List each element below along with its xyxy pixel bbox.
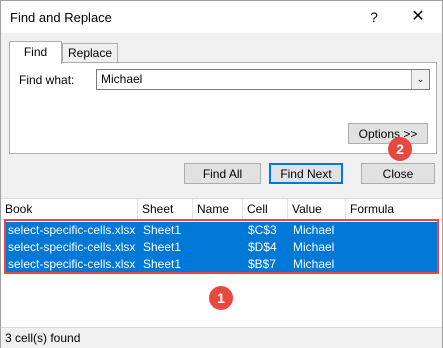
find-what-label: Find what:: [19, 73, 75, 87]
find-replace-dialog: Find and Replace ? ✕ Find Replace Find w…: [0, 0, 443, 348]
cell-book: select-specific-cells.xlsx: [8, 240, 136, 254]
cell-value: Michael: [293, 240, 335, 254]
column-header-cell[interactable]: Cell: [243, 199, 288, 219]
options-button[interactable]: Options >>: [348, 123, 428, 144]
status-text: 3 cell(s) found: [5, 331, 81, 345]
cell-book: select-specific-cells.xlsx: [8, 257, 136, 271]
status-bar: 3 cell(s) found: [1, 327, 442, 348]
table-row[interactable]: select-specific-cells.xlsx Sheet1 $B$7 M…: [6, 256, 437, 273]
annotation-badge-1: 1: [209, 286, 233, 310]
close-button[interactable]: Close: [361, 163, 435, 184]
cell-value: Michael: [293, 257, 335, 271]
find-panel: Find what: Michael ⌄ Options >>: [9, 62, 437, 154]
cell-sheet: Sheet1: [143, 223, 182, 237]
tab-find[interactable]: Find: [9, 41, 62, 64]
cell-value: Michael: [293, 223, 335, 237]
find-all-button[interactable]: Find All: [184, 163, 261, 184]
cell-address: $C$3: [248, 223, 277, 237]
column-header-sheet[interactable]: Sheet: [138, 199, 193, 219]
tab-replace[interactable]: Replace: [62, 43, 118, 64]
title-bar: Find and Replace ? ✕: [1, 1, 442, 33]
chevron-down-icon[interactable]: ⌄: [411, 70, 429, 89]
results-list[interactable]: Book Sheet Name Cell Value Formula selec…: [1, 198, 442, 348]
find-what-input[interactable]: Michael ⌄: [96, 69, 430, 90]
find-next-button[interactable]: Find Next: [269, 163, 343, 184]
column-header-book[interactable]: Book: [1, 199, 138, 219]
find-what-value: Michael: [101, 72, 143, 86]
table-row[interactable]: select-specific-cells.xlsx Sheet1 $D$4 M…: [6, 239, 437, 256]
annotation-badge-2: 2: [388, 137, 412, 161]
column-header-name[interactable]: Name: [193, 199, 243, 219]
column-header-formula[interactable]: Formula: [346, 199, 442, 219]
column-header-value[interactable]: Value: [288, 199, 346, 219]
cell-sheet: Sheet1: [143, 257, 182, 271]
help-button[interactable]: ?: [361, 5, 387, 29]
dialog-title: Find and Replace: [10, 10, 112, 25]
table-row[interactable]: select-specific-cells.xlsx Sheet1 $C$3 M…: [6, 222, 437, 239]
cell-sheet: Sheet1: [143, 240, 182, 254]
cell-book: select-specific-cells.xlsx: [8, 223, 136, 237]
cell-address: $D$4: [248, 240, 277, 254]
results-header: Book Sheet Name Cell Value Formula: [1, 199, 442, 220]
close-window-button[interactable]: ✕: [405, 5, 431, 29]
cell-address: $B$7: [248, 257, 277, 271]
